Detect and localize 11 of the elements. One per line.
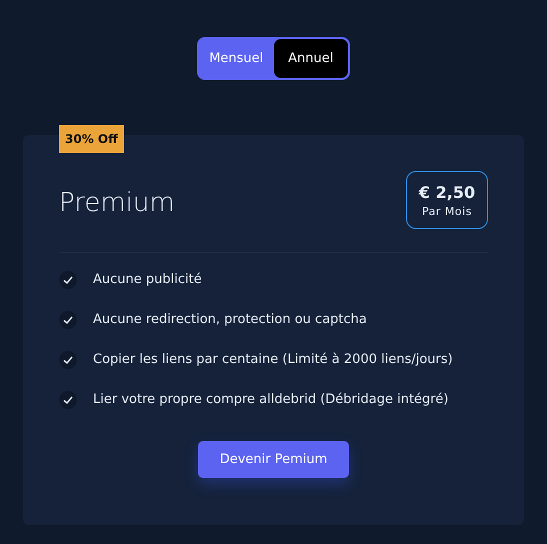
discount-badge: 30% Off: [59, 125, 124, 153]
plan-title: Premium: [59, 188, 175, 218]
feature-text: Copier les liens par centaine (Limité à 2000 liens/jours): [93, 351, 453, 369]
feature-text: Aucune publicité: [93, 271, 202, 289]
price-period: Par Mois: [422, 204, 472, 218]
feature-text: Lier votre propre compre alldebrid (Débridage intégré): [93, 391, 448, 409]
subscribe-button[interactable]: Devenir Pemium: [198, 441, 349, 478]
billing-option[interactable]: Annuel: [274, 39, 348, 78]
billing-option[interactable]: Mensuel: [199, 39, 274, 78]
feature-text: Aucune redirection, protection ou captcha: [93, 311, 367, 329]
price-amount: € 2,50: [418, 182, 476, 202]
